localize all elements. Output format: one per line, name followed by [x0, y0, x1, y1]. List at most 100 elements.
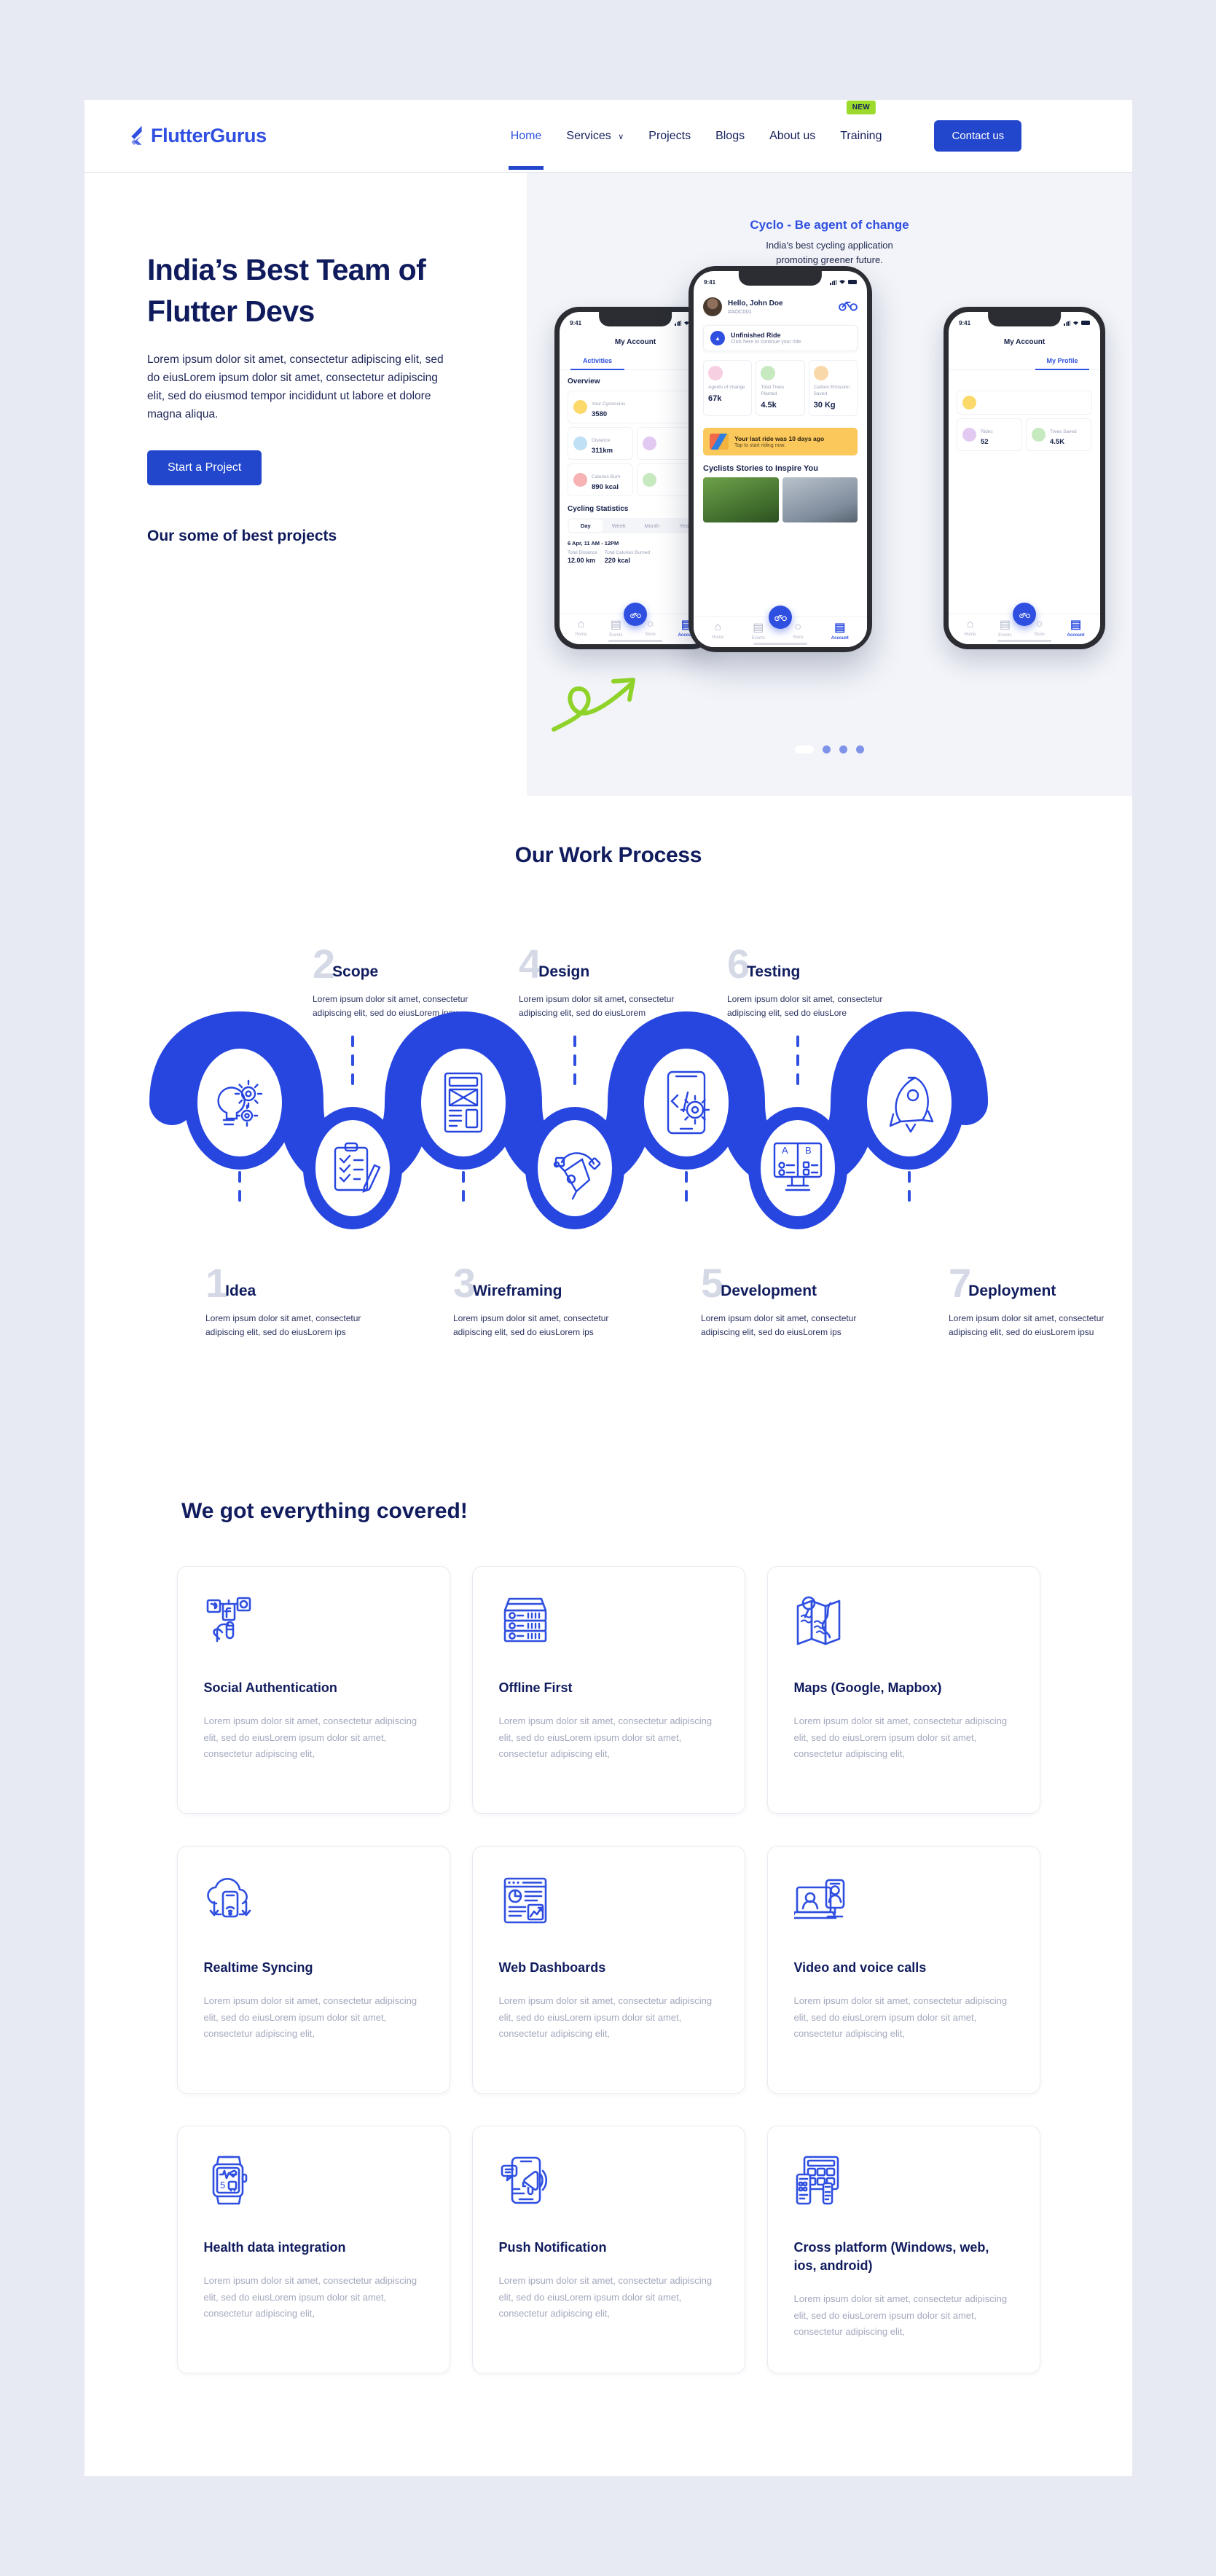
total-value: 220 kcal [604, 557, 630, 564]
bike-icon [643, 436, 656, 450]
story-thumbnail[interactable] [703, 477, 779, 522]
impact-stat-value: 67k [708, 394, 722, 403]
tabbar-account[interactable]: ▤ Account [831, 620, 849, 641]
feature-card-push-notification[interactable]: Push Notification Lorem ipsum dolor sit … [471, 2126, 745, 2373]
tabbar-events[interactable]: ▤ Events [609, 617, 622, 638]
nav-item-home[interactable]: Home [508, 125, 544, 170]
profile-header: Hello, John Doe #AOC001 [694, 290, 867, 325]
tab-my-profile[interactable]: My Profile [1024, 353, 1100, 370]
tab-activities-hidden[interactable] [949, 353, 1024, 369]
segment-day[interactable]: Day [569, 520, 603, 532]
showcase-header: Cyclo - Be agent of change India's best … [527, 173, 1132, 267]
phone-notch [738, 271, 823, 286]
nav-item-training[interactable]: NEW Training [840, 100, 882, 147]
phone-notch [599, 312, 672, 326]
carousel-dot[interactable] [856, 745, 864, 753]
impact-stats: Agents of change 67k Total Trees Planted… [694, 351, 867, 423]
section-title-process: Our Work Process [514, 843, 702, 867]
hero-title-line1: India’s Best Team of [147, 253, 426, 286]
ride-fab-button[interactable] [624, 603, 647, 626]
tabbar-store-label: Store [793, 635, 804, 640]
stat-value: 3580 [592, 410, 608, 418]
segment-week[interactable]: Week [603, 520, 636, 532]
feature-card-video-voice-calls[interactable]: Video and voice calls Lorem ipsum dolor … [766, 1846, 1040, 2094]
page-title: India’s Best Team of Flutter Devs [147, 249, 490, 332]
feature-title: Offline First [498, 1680, 573, 1695]
tabbar-events[interactable]: ▤ Events [998, 617, 1011, 638]
tabbar-account-label: Account [1067, 633, 1085, 638]
stat-label: Calories Burn [592, 474, 621, 479]
feature-title: Health data integration [203, 2240, 346, 2255]
tabbar-home[interactable]: ⌂ Home [575, 618, 587, 637]
tab-activities[interactable]: Activities [560, 353, 635, 370]
process-step-idea: 1Idea Lorem ipsum dolor sit amet, consec… [205, 1263, 373, 1340]
nav-links: Home Services ∨ Projects Blogs About us … [508, 100, 1022, 170]
nav-item-about[interactable]: About us [769, 125, 815, 147]
showcase-title: Cyclo - Be agent of change [750, 218, 909, 232]
trees-icon [761, 366, 776, 380]
tree-icon [643, 473, 656, 487]
tabbar-events-label: Events [609, 633, 623, 638]
map-pin-icon [794, 1594, 1013, 1656]
ride-fab-button[interactable] [769, 606, 792, 629]
feature-description: Lorem ipsum dolor sit amet, consectetur … [793, 2293, 1008, 2338]
tabbar-store[interactable]: ○ Store [793, 621, 803, 640]
story-thumbnail[interactable] [782, 477, 858, 522]
tabbar-store[interactable]: ○ Store [1034, 618, 1044, 637]
feature-card-realtime-syncing[interactable]: Realtime Syncing Lorem ipsum dolor sit a… [176, 1846, 450, 2094]
stat-card: Distance 311km [568, 427, 633, 460]
nav-item-projects[interactable]: Projects [648, 125, 691, 147]
section-title-features: We got everything covered! [181, 1499, 468, 1523]
last-ride-banner[interactable]: Your last ride was 10 days ago Tap to st… [703, 427, 858, 455]
feature-description: Lorem ipsum dolor sit amet, consectetur … [498, 1715, 713, 1759]
feature-card-web-dashboards[interactable]: Web Dashboards Lorem ipsum dolor sit ame… [471, 1846, 745, 2094]
home-indicator [997, 640, 1051, 642]
unfinished-ride-card[interactable]: ▲ Unfinished Ride Click here to continue… [703, 325, 858, 351]
tabbar-events[interactable]: ▤ Events [751, 620, 764, 641]
carousel-dot[interactable] [839, 745, 847, 753]
ride-fab-button[interactable] [1013, 603, 1036, 626]
coin-icon [573, 400, 587, 414]
feature-card-health-data[interactable]: 5 Health data integration Lorem ipsum do… [176, 2126, 450, 2373]
brand-logo[interactable]: FlutterGurus [130, 125, 267, 147]
process-step-wireframing: 3Wireframing Lorem ipsum dolor sit amet,… [453, 1263, 621, 1340]
feature-title: Web Dashboards [498, 1960, 606, 1975]
signal-icon [675, 320, 681, 326]
best-projects-label: Our some of best projects [147, 527, 337, 544]
segmented-control[interactable]: Day Week Month Year [568, 518, 703, 533]
battery-icon [1081, 321, 1090, 325]
feature-card-cross-platform[interactable]: Cross platform (Windows, web, ios, andro… [766, 2126, 1040, 2373]
carousel-dot[interactable] [823, 745, 831, 753]
feature-card-maps[interactable]: Maps (Google, Mapbox) Lorem ipsum dolor … [766, 1566, 1040, 1814]
tabbar-store[interactable]: ○ Store [645, 618, 655, 637]
hero-left-column: India’s Best Team of Flutter Devs Lorem … [147, 249, 490, 545]
svg-text:B: B [805, 1145, 812, 1156]
segment-month[interactable]: Month [635, 520, 669, 532]
status-time: 9:41 [959, 319, 971, 326]
feature-title: Cross platform (Windows, web, ios, andro… [793, 2240, 989, 2274]
bicycle-icon [1019, 612, 1030, 618]
step-description: Lorem ipsum dolor sit amet, consectetur … [205, 1312, 361, 1338]
stat-label: Your Cyclocoins [592, 402, 626, 407]
nav-item-services-label: Services [566, 129, 611, 142]
nav-item-about-label: About us [769, 129, 816, 142]
tabbar-home[interactable]: ⌂ Home [964, 618, 976, 637]
phone-mockup-right: 9:41 My Account My Profile Rides 52 Tree… [944, 307, 1105, 649]
showcase-subtitle: India's best cycling application promoti… [527, 238, 1132, 267]
feature-card-social-authentication[interactable]: Social Authentication Lorem ipsum dolor … [176, 1566, 450, 1814]
tabbar-account[interactable]: ▤ Account [1067, 617, 1085, 638]
contact-us-button[interactable]: Contact us [934, 120, 1022, 152]
feature-card-offline-first[interactable]: Offline First Lorem ipsum dolor sit amet… [471, 1566, 745, 1814]
tabbar-home[interactable]: ⌂ Home [712, 621, 723, 640]
carousel-dot-active[interactable] [795, 745, 814, 753]
tabbar-home-label: Home [575, 632, 587, 637]
step-description: Lorem ipsum dolor sit amet, consectetur … [453, 1312, 609, 1338]
process-chain-graphic: A B [149, 1011, 988, 1229]
phone-mockup-center: 9:41 Hello, John Doe #AOC001 ▲ Unfinishe… [689, 266, 872, 652]
nav-item-blogs[interactable]: Blogs [715, 125, 745, 147]
stat-value: 311km [592, 447, 613, 455]
stat-card [957, 391, 1092, 415]
nav-item-blogs-label: Blogs [715, 129, 745, 142]
start-a-project-button[interactable]: Start a Project [147, 450, 262, 485]
nav-item-services[interactable]: Services ∨ [566, 125, 624, 147]
